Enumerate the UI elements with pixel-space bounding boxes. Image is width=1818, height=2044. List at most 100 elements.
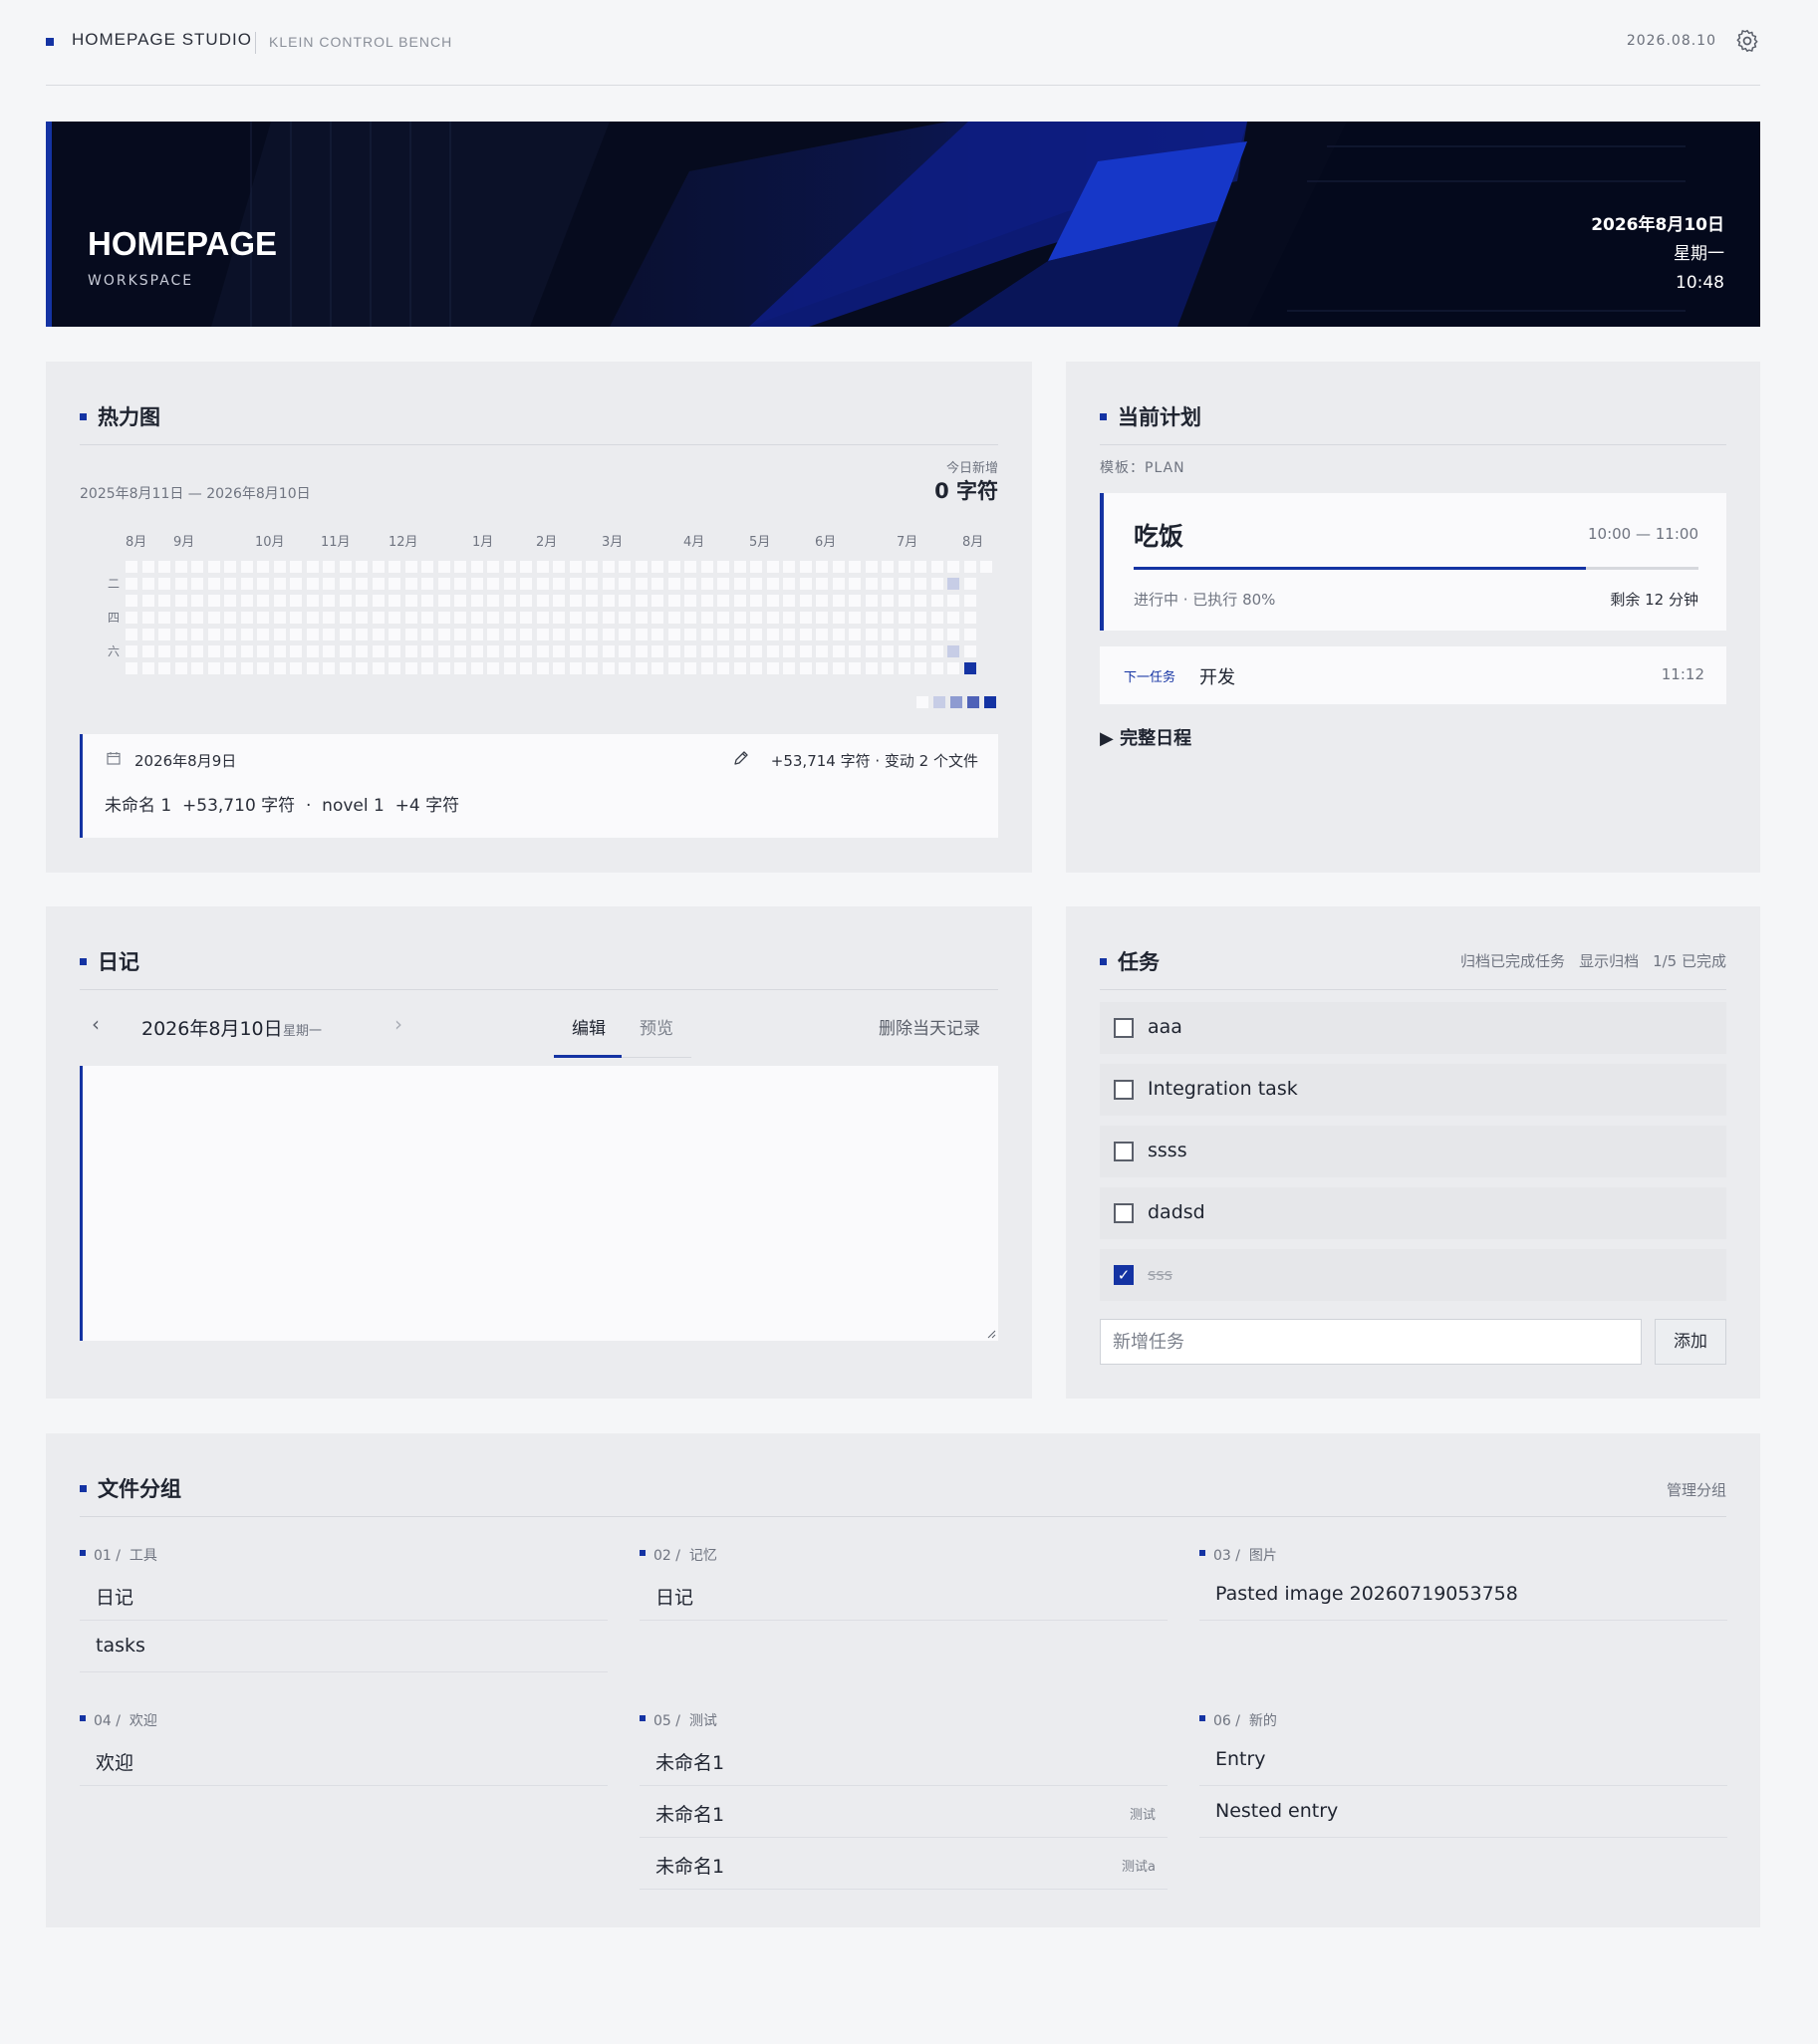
heatmap-cell[interactable] [454, 612, 466, 624]
heatmap-cell[interactable] [553, 595, 565, 607]
heatmap-cell[interactable] [570, 629, 582, 640]
heatmap-cell[interactable] [750, 561, 762, 573]
heatmap-cell[interactable] [504, 595, 516, 607]
heatmap-cell[interactable] [636, 578, 648, 590]
heatmap-cell[interactable] [668, 595, 680, 607]
heatmap-cell[interactable] [126, 612, 137, 624]
heatmap-cell[interactable] [816, 578, 828, 590]
heatmap-cell[interactable] [783, 578, 795, 590]
heatmap-cell[interactable] [947, 595, 959, 607]
heatmap-cell[interactable] [274, 629, 286, 640]
heatmap-cell[interactable] [421, 595, 433, 607]
heatmap-cell[interactable] [783, 595, 795, 607]
heatmap-cell[interactable] [454, 595, 466, 607]
heatmap-cell[interactable] [421, 629, 433, 640]
heatmap-cell[interactable] [471, 561, 483, 573]
heatmap-cell[interactable] [257, 645, 269, 657]
heatmap-cell[interactable] [471, 629, 483, 640]
heatmap-cell[interactable] [323, 662, 335, 674]
heatmap-cell[interactable] [553, 645, 565, 657]
heatmap-cell[interactable] [684, 578, 696, 590]
heatmap-cell[interactable] [849, 578, 861, 590]
heatmap-cell[interactable] [257, 629, 269, 640]
heatmap-cell[interactable] [504, 645, 516, 657]
heatmap-cell[interactable] [882, 561, 894, 573]
heatmap-cell[interactable] [208, 578, 220, 590]
heatmap-cell[interactable] [158, 645, 170, 657]
heatmap-cell[interactable] [241, 645, 253, 657]
heatmap-cell[interactable] [750, 662, 762, 674]
heatmap-cell[interactable] [570, 662, 582, 674]
heatmap-cell[interactable] [651, 612, 663, 624]
heatmap-cell[interactable] [964, 662, 976, 674]
heatmap-cell[interactable] [373, 662, 385, 674]
heatmap-cell[interactable] [537, 629, 549, 640]
heatmap-cell[interactable] [487, 612, 499, 624]
heatmap-cell[interactable] [816, 662, 828, 674]
heatmap-cell[interactable] [487, 578, 499, 590]
task-checkbox[interactable] [1114, 1080, 1134, 1100]
heatmap-cell[interactable] [684, 612, 696, 624]
heatmap-cell[interactable] [274, 578, 286, 590]
heatmap-cell[interactable] [783, 561, 795, 573]
task-checkbox[interactable]: ✓ [1114, 1265, 1134, 1285]
heatmap-cell[interactable] [175, 561, 187, 573]
heatmap-cell[interactable] [899, 561, 910, 573]
heatmap-cell[interactable] [849, 645, 861, 657]
heatmap-cell[interactable] [487, 662, 499, 674]
heatmap-cell[interactable] [175, 612, 187, 624]
heatmap-cell[interactable] [142, 629, 154, 640]
heatmap-cell[interactable] [603, 595, 615, 607]
group-file-item[interactable]: Entry [1199, 1734, 1727, 1786]
heatmap-cell[interactable] [158, 662, 170, 674]
heatmap-cell[interactable] [257, 561, 269, 573]
heatmap-cell[interactable] [142, 662, 154, 674]
add-task-button[interactable]: 添加 [1655, 1319, 1726, 1365]
heatmap-cell[interactable] [833, 662, 845, 674]
heatmap-cell[interactable] [816, 595, 828, 607]
heatmap-cell[interactable] [603, 578, 615, 590]
heatmap-cell[interactable] [800, 612, 812, 624]
heatmap-cell[interactable] [800, 645, 812, 657]
heatmap-cell[interactable] [717, 595, 729, 607]
task-item[interactable]: dadsd [1100, 1187, 1726, 1239]
heatmap-cell[interactable] [290, 629, 302, 640]
heatmap-cell[interactable] [191, 578, 203, 590]
heatmap-cell[interactable] [882, 612, 894, 624]
heatmap-cell[interactable] [767, 645, 779, 657]
heatmap-cell[interactable] [389, 662, 400, 674]
heatmap-cell[interactable] [224, 595, 236, 607]
heatmap-cell[interactable] [290, 561, 302, 573]
heatmap-cell[interactable] [701, 578, 713, 590]
heatmap-cell[interactable] [684, 629, 696, 640]
heatmap-cell[interactable] [191, 645, 203, 657]
heatmap-cell[interactable] [553, 629, 565, 640]
heatmap-cell[interactable] [224, 645, 236, 657]
heatmap-cell[interactable] [750, 629, 762, 640]
group-file-item[interactable]: 日记 [640, 1569, 1168, 1621]
heatmap-cell[interactable] [767, 662, 779, 674]
heatmap-cell[interactable] [307, 629, 319, 640]
heatmap-cell[interactable] [405, 645, 417, 657]
heatmap-cell[interactable] [454, 645, 466, 657]
heatmap-cell[interactable] [734, 629, 746, 640]
heatmap-cell[interactable] [421, 662, 433, 674]
heatmap-cell[interactable] [636, 662, 648, 674]
heatmap-cell[interactable] [899, 578, 910, 590]
heatmap-cell[interactable] [208, 662, 220, 674]
manage-groups-button[interactable]: 管理分组 [1667, 1479, 1726, 1500]
heatmap-cell[interactable] [471, 645, 483, 657]
heatmap-cell[interactable] [208, 595, 220, 607]
heatmap-cell[interactable] [636, 645, 648, 657]
heatmap-cell[interactable] [947, 612, 959, 624]
heatmap-cell[interactable] [899, 595, 910, 607]
heatmap-cell[interactable] [767, 595, 779, 607]
heatmap-cell[interactable] [487, 645, 499, 657]
heatmap-cell[interactable] [438, 595, 450, 607]
heatmap-cell[interactable] [356, 578, 368, 590]
heatmap-cell[interactable] [603, 629, 615, 640]
heatmap-cell[interactable] [636, 595, 648, 607]
heatmap-cell[interactable] [717, 561, 729, 573]
heatmap-cell[interactable] [389, 612, 400, 624]
heatmap-cell[interactable] [504, 662, 516, 674]
